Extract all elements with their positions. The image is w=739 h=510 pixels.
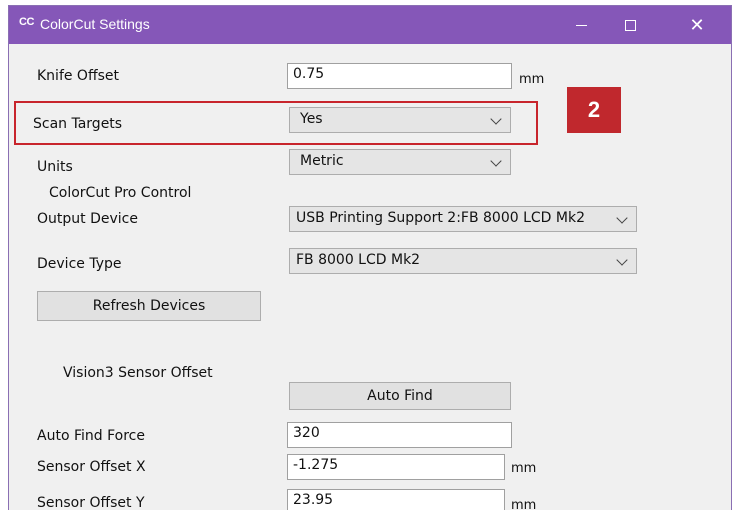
units-label: Units [37,159,73,175]
maximize-icon [624,19,636,31]
auto-find-force-input[interactable]: 320 [287,422,512,448]
knife-offset-input[interactable]: 0.75 [287,63,512,89]
settings-window: CC ColorCut Settings ✕ Knife Offset 0.75… [8,5,732,510]
vision3-section-label: Vision3 Sensor Offset [63,365,213,381]
scan-targets-highlight-box [14,101,538,145]
title-bar[interactable]: CC ColorCut Settings ✕ [9,6,731,44]
auto-find-force-label: Auto Find Force [37,428,145,444]
device-type-dropdown[interactable]: FB 8000 LCD Mk2 [289,248,637,274]
minimize-button[interactable] [558,6,604,44]
chevron-down-icon [616,254,628,266]
minimize-icon [575,24,587,26]
knife-offset-unit: mm [519,72,545,87]
sensor-offset-y-input[interactable]: 23.95 [287,489,505,510]
close-icon: ✕ [689,14,705,36]
sensor-offset-y-label: Sensor Offset Y [37,495,145,510]
close-button[interactable]: ✕ [674,6,720,44]
chevron-down-icon [616,212,628,224]
refresh-devices-button[interactable]: Refresh Devices [37,291,261,321]
sensor-offset-x-unit: mm [511,461,537,476]
step-callout-badge: 2 [567,87,621,133]
device-type-label: Device Type [37,256,122,272]
sensor-offset-y-unit: mm [511,498,537,510]
window-title: ColorCut Settings [40,16,150,32]
sensor-offset-x-input[interactable]: -1.275 [287,454,505,480]
output-device-label: Output Device [37,211,138,227]
units-value: Metric [300,153,344,169]
output-device-dropdown[interactable]: USB Printing Support 2:FB 8000 LCD Mk2 [289,206,637,232]
output-device-value: USB Printing Support 2:FB 8000 LCD Mk2 [296,210,585,226]
chevron-down-icon [490,155,502,167]
units-dropdown[interactable]: Metric [289,149,511,175]
colorcut-pro-section-label: ColorCut Pro Control [49,185,192,201]
colorcut-app-icon: CC [19,16,34,28]
sensor-offset-x-label: Sensor Offset X [37,459,146,475]
maximize-button[interactable] [607,6,653,44]
device-type-value: FB 8000 LCD Mk2 [296,252,421,268]
auto-find-button[interactable]: Auto Find [289,382,511,410]
knife-offset-label: Knife Offset [37,68,119,84]
